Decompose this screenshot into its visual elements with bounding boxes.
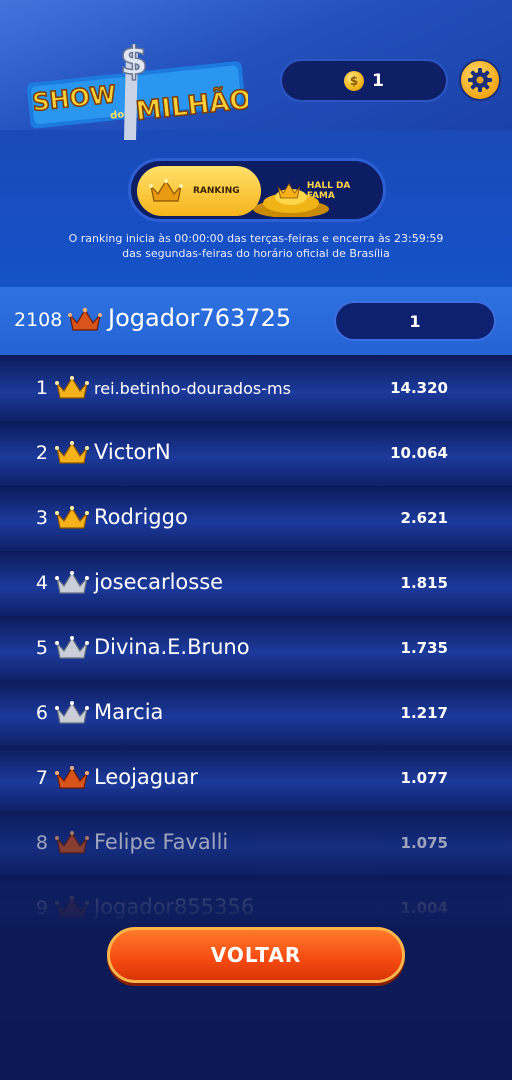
ranking-row[interactable]: 5 Divina.E.Bruno 1.735 [0, 617, 512, 681]
row-score: 1.075 [400, 834, 448, 852]
ranking-row[interactable]: 4 josecarlosse 1.815 [0, 552, 512, 616]
ranking-row[interactable]: 3 Rodriggo 2.621 [0, 487, 512, 551]
row-player-name: josecarlosse [94, 570, 224, 594]
crown-icon [277, 183, 301, 199]
footer-bar [0, 1020, 512, 1080]
crown-icon [55, 506, 89, 529]
ranking-hall-toggle: RANKING HALL DA FAMA [128, 158, 386, 222]
ranking-row[interactable]: 6 Marcia 1.217 [0, 682, 512, 746]
ranking-row[interactable]: 1 rei.betinho-dourados-ms 14.320 [0, 357, 512, 421]
settings-button[interactable] [459, 59, 501, 101]
coin-balance[interactable]: $ 1 [280, 59, 448, 102]
row-rank: 3 [35, 507, 48, 529]
row-score: 1.217 [400, 704, 448, 722]
crown-icon [55, 636, 89, 659]
row-player-name: Leojaguar [94, 765, 198, 789]
row-score: 1.815 [400, 574, 448, 592]
row-rank: 7 [35, 767, 48, 789]
tab-hall-da-fama[interactable]: HALL DA FAMA [263, 166, 381, 216]
show-do-milhao-logo: SHOW do MILHÃO $ [22, 37, 254, 144]
ranking-row[interactable]: 2 VictorN 10.064 [0, 422, 512, 486]
crown-icon [55, 571, 89, 594]
row-player-name: VictorN [94, 440, 171, 464]
tab-hall-label: HALL DA FAMA [306, 181, 351, 201]
ranking-screen: SHOW do MILHÃO $ $ 1 RANKING HALL DA FAM… [0, 0, 512, 1080]
ranking-row[interactable]: 8 Felipe Favalli 1.075 [0, 812, 512, 876]
coin-count: 1 [372, 70, 384, 91]
crown-icon [149, 178, 183, 202]
row-score: 1.077 [400, 769, 448, 787]
row-player-name: rei.betinho-dourados-ms [94, 379, 291, 398]
row-player-name: Marcia [94, 700, 164, 724]
logo-text-mid: do [110, 109, 125, 121]
player-score: 1 [334, 301, 496, 341]
row-player-name: Rodriggo [94, 505, 188, 529]
row-player-name: Divina.E.Bruno [94, 635, 250, 659]
crown-icon [55, 766, 89, 789]
row-rank: 1 [35, 377, 48, 399]
row-score: 2.621 [400, 509, 448, 527]
crown-icon [55, 701, 89, 724]
row-score: 10.064 [390, 444, 448, 462]
row-score: 14.320 [390, 379, 448, 397]
row-score: 1.735 [400, 639, 448, 657]
player-rank: 2108 [14, 309, 63, 331]
tab-ranking[interactable]: RANKING [137, 166, 261, 216]
player-name: Jogador763725 [108, 304, 292, 332]
tab-ranking-label: RANKING [193, 186, 240, 196]
crown-icon [55, 831, 89, 854]
row-rank: 8 [35, 832, 48, 854]
current-player-row: 2108 Jogador763725 1 [0, 287, 512, 355]
row-rank: 2 [35, 442, 48, 464]
row-rank: 6 [35, 702, 48, 724]
ranking-schedule-info: O ranking inicia às 00:00:00 das terças-… [68, 232, 444, 260]
back-button[interactable]: VOLTAR [107, 927, 405, 983]
gear-icon [468, 68, 492, 92]
logo-dollar-sign: $ [120, 44, 148, 84]
crown-icon [55, 376, 89, 399]
crown-icon [55, 441, 89, 464]
coin-icon: $ [344, 70, 365, 91]
crown-icon [68, 307, 102, 331]
row-rank: 4 [35, 572, 48, 594]
ranking-row[interactable]: 7 Leojaguar 1.077 [0, 747, 512, 811]
row-player-name: Felipe Favalli [94, 830, 229, 854]
row-rank: 5 [35, 637, 48, 659]
header: SHOW do MILHÃO $ $ 1 RANKING HALL DA FAM… [0, 0, 512, 290]
